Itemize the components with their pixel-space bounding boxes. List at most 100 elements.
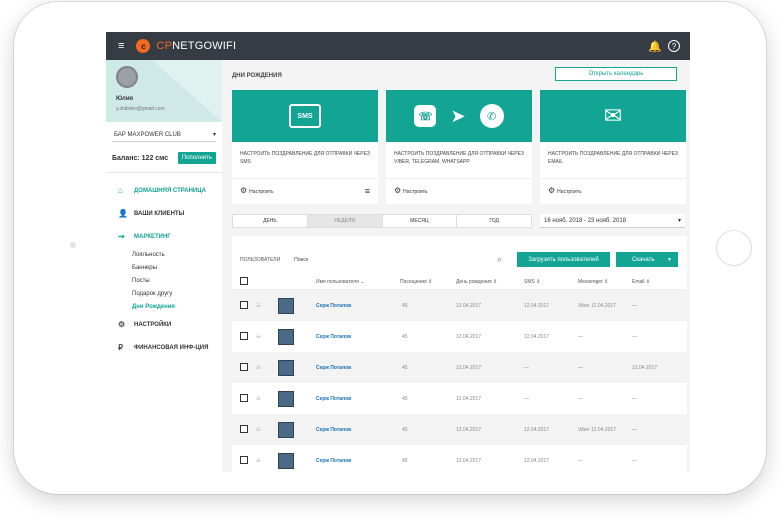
nav-settings[interactable]: ⚙ НАСТРОЙКИ [106, 313, 222, 336]
drag-handle-icon[interactable]: ≡ [256, 301, 261, 310]
sub-posts[interactable]: Посты [106, 274, 222, 287]
visits-value: 45 [402, 395, 408, 402]
table-row[interactable]: ≡ Серж Потапов 45 12.04.2017 12.04.2017 … [232, 445, 687, 472]
tablet-home-button[interactable] [716, 230, 752, 266]
table-row[interactable]: ≡ Серж Потапов 45 12.04.2017 12.04.2017 … [232, 290, 687, 321]
card-sms-hero: SMS [232, 90, 378, 142]
menu-icon[interactable]: ≡ [118, 40, 124, 52]
avatar[interactable] [116, 66, 138, 88]
email-value: — [632, 302, 637, 309]
tab-year[interactable]: ГОД [457, 215, 531, 227]
brand-name: CPNETGOWIFI [156, 40, 237, 52]
table-row[interactable]: ≡ Серж Потапов 45 12.04.2017 12.04.2017 … [232, 321, 687, 352]
col-username[interactable]: Имя пользователя ⌄ [316, 279, 364, 285]
card-messengers-settings[interactable]: ⚙ Настроить [394, 186, 428, 195]
col-visits[interactable]: Посещения ⇕ [400, 279, 432, 285]
drag-handle-icon[interactable]: ≡ [256, 456, 261, 465]
nav-finance-label: ФИНАНСОВАЯ ИНФ-ЦИЯ [134, 344, 209, 351]
sms-icon: SMS [289, 104, 321, 128]
user-thumbnail [278, 328, 294, 345]
search-icon[interactable]: ⌕ [497, 254, 502, 265]
card-sms-text: НАСТРОИТЬ ПОЗДРАВЛЕНИЕ ДЛЯ ОТПРАВКИ ЧЕРЕ… [240, 151, 370, 165]
help-icon[interactable]: ? [668, 40, 680, 52]
birthday-value: 12.04.2017 [456, 333, 482, 340]
users-panel: ПОЛЬЗОВАТЕЛИ Поиск ⌕ Загрузить пользоват… [232, 236, 687, 472]
tab-month[interactable]: МЕСЯЦ [383, 215, 458, 227]
row-checkbox[interactable] [240, 455, 248, 464]
user-name-link[interactable]: Серж Потапов [316, 303, 351, 309]
row-checkbox[interactable] [240, 331, 248, 340]
visits-value: 45 [402, 333, 408, 340]
email-value: 12.04.2017 [632, 364, 658, 371]
nav-clients-label: ВАШИ КЛИЕНТЫ [134, 210, 185, 217]
sub-gift[interactable]: Подарок другу [106, 287, 222, 300]
card-sms-footer: ⚙ Настроить ≡ [232, 178, 378, 202]
email-value: — [632, 395, 637, 402]
drag-handle-icon[interactable]: ≡ [256, 363, 261, 372]
table-row[interactable]: ≡ Серж Потапов 45 12.04.2017 12.04.2017 … [232, 414, 687, 445]
sub-banners[interactable]: Баннеры [106, 261, 222, 274]
user-name-link[interactable]: Серж Потапов [316, 365, 351, 371]
card-email-settings[interactable]: ⚙ Настроить [548, 186, 582, 195]
nav-home[interactable]: ⌂ ДОМАШНЯЯ СТРАНИЦА [106, 179, 222, 202]
birthday-value: 12.04.2017 [456, 364, 482, 371]
nav-finance[interactable]: ₽ ФИНАНСОВАЯ ИНФ-ЦИЯ [106, 336, 222, 359]
card-email-footer: ⚙ Настроить [540, 178, 686, 202]
select-all-checkbox[interactable] [240, 276, 248, 285]
main-content: ДНИ РОЖДЕНИЯ Открыть календарь SMS НАСТР… [222, 60, 690, 472]
nav-clients[interactable]: 👤 ВАШИ КЛИЕНТЫ [106, 202, 222, 225]
email-value: — [632, 333, 637, 340]
col-birthday[interactable]: День рождения ⇕ [456, 279, 497, 285]
ruble-icon: ₽ [118, 343, 124, 352]
balance-row: Баланс: 122 смс Пополнить [112, 150, 216, 166]
drag-handle-icon[interactable]: ≡ [256, 394, 261, 403]
chevron-down-icon: ▾ [677, 218, 681, 224]
upload-users-button[interactable]: Загрузить пользователей [517, 252, 610, 267]
user-name-link[interactable]: Серж Потапов [316, 427, 351, 433]
row-checkbox[interactable] [240, 300, 248, 309]
tab-day[interactable]: ДЕНЬ [233, 215, 308, 227]
row-checkbox[interactable] [240, 362, 248, 371]
birthday-value: 12.04.2017 [456, 426, 482, 433]
table-header: Имя пользователя ⌄ Посещения ⇕ День рожд… [232, 274, 687, 290]
open-calendar-button[interactable]: Открыть календарь [555, 67, 677, 81]
sms-value: — [524, 364, 529, 371]
sub-birthdays[interactable]: Дни Рождения [106, 300, 222, 313]
card-email-hero: ✉ [540, 90, 686, 142]
gear-icon: ⚙ [548, 186, 556, 195]
card-sms-settings[interactable]: ⚙ Настроить [240, 186, 274, 195]
user-name-link[interactable]: Серж Потапов [316, 458, 351, 464]
drag-handle-icon[interactable]: ≡ [256, 425, 261, 434]
table-row[interactable]: ≡ Серж Потапов 45 12.04.2017 — — — [232, 383, 687, 414]
col-email[interactable]: Email ⇕ [632, 279, 650, 285]
nav-home-label: ДОМАШНЯЯ СТРАНИЦА [134, 187, 206, 194]
drag-handle-icon[interactable]: ≡ [256, 332, 261, 341]
nav-marketing[interactable]: ⇝ МАРКЕТИНГ [106, 225, 222, 248]
messenger-value: — [578, 395, 583, 402]
download-button[interactable]: Скачать ▼ [616, 252, 678, 267]
sub-loyalty[interactable]: Лояльность [106, 248, 222, 261]
user-name-link[interactable]: Серж Потапов [316, 334, 351, 340]
list-icon[interactable]: ≡ [365, 186, 370, 196]
period-tabs: ДЕНЬ НЕДЕЛЯ МЕСЯЦ ГОД [232, 214, 532, 228]
date-range-select[interactable]: 16 нояб. 2018 - 23 нояб. 2018 ▾ [540, 214, 685, 228]
gear-icon: ⚙ [118, 320, 126, 329]
bell-icon[interactable]: 🔔 [648, 40, 662, 53]
gear-icon: ⚙ [394, 186, 402, 195]
user-thumbnail [278, 359, 294, 376]
club-select[interactable]: БАР MAXPOWER CLUB ▾ [112, 128, 216, 142]
sms-value: 12.04.2017 [524, 302, 550, 309]
col-messenger[interactable]: Messenger ⇕ [578, 279, 608, 285]
tablet-frame: ≡ c CPNETGOWIFI 🔔 ? Юлия y.shibeko@gmail… [14, 2, 766, 494]
topup-button[interactable]: Пополнить [177, 152, 216, 164]
search-input[interactable]: Поиск [294, 257, 308, 263]
card-email-text: НАСТРОИТЬ ПОЗДРАВЛЕНИЕ ДЛЯ ОТПРАВКИ ЧЕРЕ… [548, 151, 678, 165]
table-row[interactable]: ≡ Серж Потапов 45 12.04.2017 — — 12.04.2… [232, 352, 687, 383]
row-checkbox[interactable] [240, 393, 248, 402]
user-name-link[interactable]: Серж Потапов [316, 396, 351, 402]
row-checkbox[interactable] [240, 424, 248, 433]
tab-week[interactable]: НЕДЕЛЯ [307, 215, 383, 227]
col-sms[interactable]: SMS ⇕ [524, 279, 540, 285]
user-email: y.shibeko@gmail.com [116, 106, 165, 112]
divider [106, 172, 222, 173]
